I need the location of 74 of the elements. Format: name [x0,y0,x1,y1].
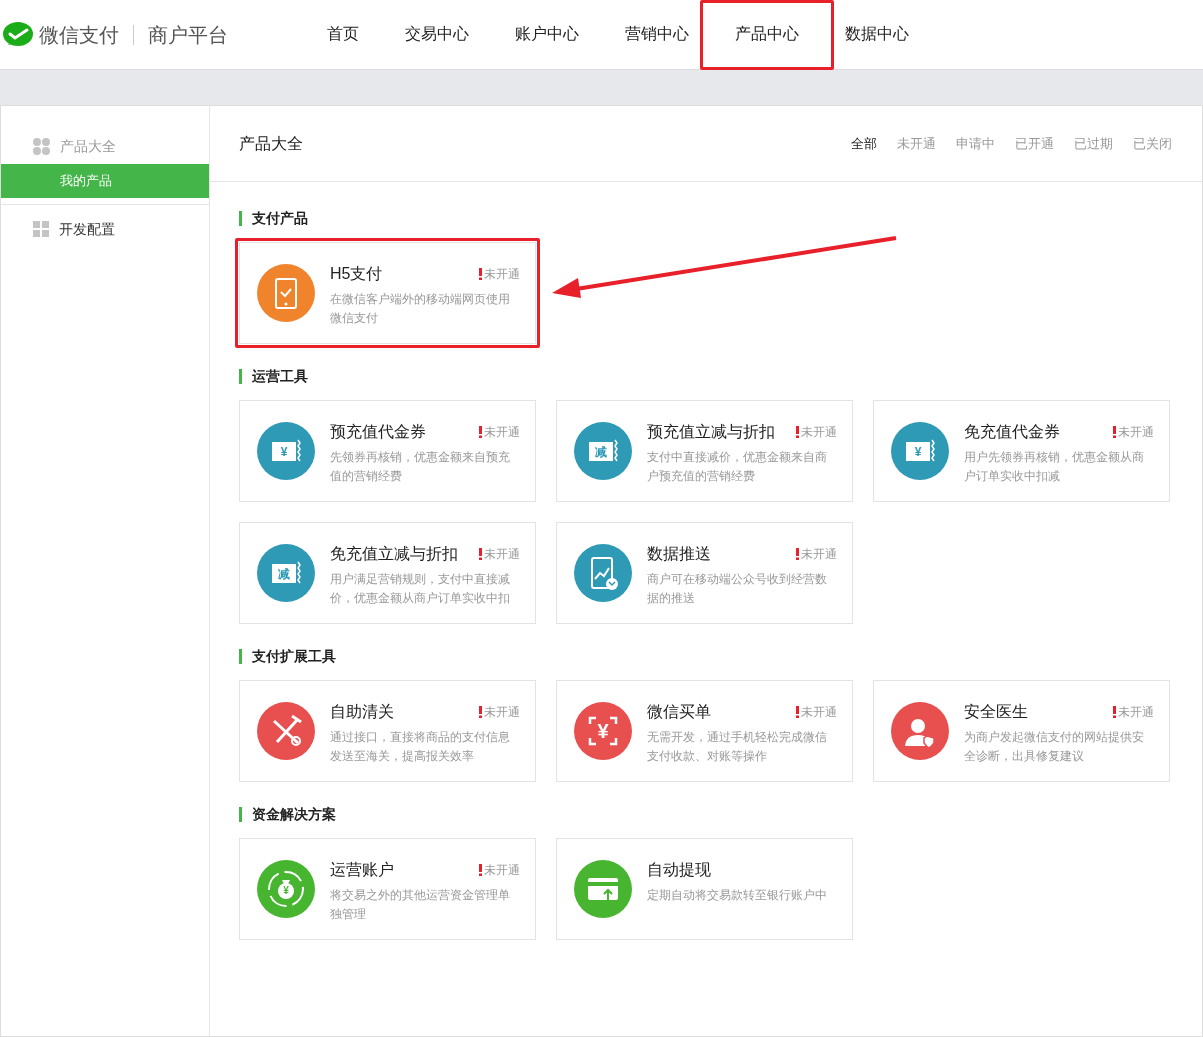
exclamation-icon [1113,426,1116,438]
exclamation-icon [479,268,482,280]
exclamation-icon [796,706,799,718]
dots-icon [33,137,50,155]
section-title: 支付扩展工具 [252,648,336,664]
product-card[interactable]: ¥ 免充值代金券 未开通 用户先领券再核销，优惠金额从商户订单实收中扣减 [873,400,1170,502]
status-label: 未开通 [484,704,520,721]
nav-tab[interactable]: 账户中心 [492,0,602,70]
product-card[interactable]: 安全医生 未开通 为商户发起微信支付的网站提供安全诊断，出具修复建议 [873,680,1170,782]
grid-icon [33,221,49,237]
page-title: 产品大全 [239,133,303,154]
section-title: 运营工具 [252,368,308,384]
icon-label: ¥ [282,884,290,898]
product-card[interactable]: ¥ 微信买单 未开通 无需开发，通过手机轻松完成微信支付收款、对账等操作 [556,680,853,782]
card-description: 商户可在移动端公众号收到经营数据的推送 [647,571,828,607]
card-description: 用户先领券再核销，优惠金额从商户订单实收中扣减 [964,449,1145,485]
status-label: 未开通 [801,546,837,563]
exclamation-icon [479,706,482,718]
section-title: 支付产品 [252,210,308,226]
card-title: 运营账户 [330,860,394,880]
card-description: 为商户发起微信支付的网站提供安全诊断，出具修复建议 [964,729,1145,765]
icon-label: ¥ [913,443,923,461]
product-card[interactable]: ¥ 运营账户 未开通 将交易之外的其他运营资金管理单独管理 [239,838,536,940]
card-description: 将交易之外的其他运营资金管理单独管理 [330,887,511,923]
filter-tab[interactable]: 全部 [851,133,877,154]
status-label: 未开通 [801,424,837,441]
section-title: 资金解决方案 [252,806,336,822]
card-title: H5支付 [330,264,383,284]
card-title: 免充值立减与折扣 [330,544,458,564]
product-card[interactable]: 自助清关 未开通 通过接口，直接将商品的支付信息发送至海关，提高报关效率 [239,680,536,782]
exclamation-icon [479,426,482,438]
status-label: 未开通 [484,424,520,441]
card-title: 免充值代金券 [964,422,1060,442]
card-description: 通过接口，直接将商品的支付信息发送至海关，提高报关效率 [330,729,511,765]
sidebar-item[interactable]: 开发配置 [1,211,209,247]
status-label: 未开通 [484,546,520,563]
product-card[interactable]: 自动提现 定期自动将交易款转至银行账户中 [556,838,853,940]
product-card[interactable]: 减 免充值立减与折扣 未开通 用户满足营销规则，支付中直接减价，优惠金额从商户订单实收中扣 [239,522,536,624]
card-description: 无需开发，通过手机轻松完成微信支付收款、对账等操作 [647,729,828,765]
card-description: 在微信客户端外的移动端网页使用微信支付 [330,291,511,327]
product-card[interactable]: 数据推送 未开通 商户可在移动端公众号收到经营数据的推送 [556,522,853,624]
exclamation-icon [479,548,482,560]
product-card[interactable]: 减 预充值立减与折扣 未开通 支付中直接减价，优惠金额来自商户预充值的营销经费 [556,400,853,502]
icon-label: ¥ [596,719,610,744]
card-description: 先领券再核销，优惠金额来自预充值的营销经费 [330,449,511,485]
status-label: 未开通 [1118,424,1154,441]
status-label: 未开通 [801,704,837,721]
exclamation-icon [796,426,799,438]
status-label: 未开通 [484,266,520,283]
card-description: 支付中直接减价，优惠金额来自商户预充值的营销经费 [647,449,828,485]
card-title: 自动提现 [647,860,711,880]
card-title: 安全医生 [964,702,1028,722]
product-card[interactable]: ¥ 预充值代金券 未开通 先领券再核销，优惠金额来自预充值的营销经费 [239,400,536,502]
nav-tab[interactable]: 营销中心 [602,0,712,70]
card-title: 预充值代金券 [330,422,426,442]
nav-tab[interactable]: 首页 [304,0,382,70]
icon-label: ¥ [279,443,289,461]
brand-name: 微信支付 [39,22,119,48]
card-title: 预充值立减与折扣 [647,422,775,442]
brand-subtitle: 商户平台 [148,22,228,48]
nav-tab[interactable]: 数据中心 [822,0,932,70]
status-label: 未开通 [484,862,520,879]
card-title: 自助清关 [330,702,394,722]
nav-tab[interactable]: 交易中心 [382,0,492,70]
icon-label: 减 [277,565,291,583]
exclamation-icon [479,864,482,876]
card-title: 数据推送 [647,544,711,564]
exclamation-icon [796,548,799,560]
card-description: 用户满足营销规则，支付中直接减价，优惠金额从商户订单实收中扣 [330,571,511,607]
status-label: 未开通 [1118,704,1154,721]
card-description: 定期自动将交易款转至银行账户中 [647,887,828,904]
card-title: 微信买单 [647,702,711,722]
exclamation-icon [1113,706,1116,718]
icon-label: 减 [594,443,608,461]
